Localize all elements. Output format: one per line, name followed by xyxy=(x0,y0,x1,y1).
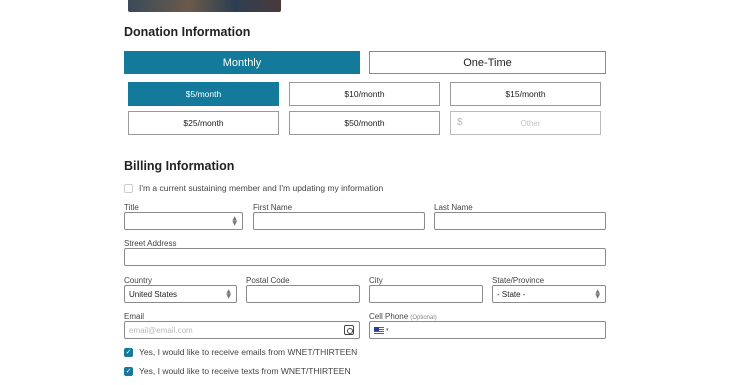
last-name-label: Last Name xyxy=(434,203,473,212)
amount-5-button[interactable]: $5/month xyxy=(128,82,279,106)
city-label: City xyxy=(369,276,383,285)
donation-section-title: Donation Information xyxy=(124,25,251,39)
cell-phone-label-group: Cell Phone (Optional) xyxy=(369,312,437,321)
sustaining-member-row: I'm a current sustaining member and I'm … xyxy=(124,183,383,193)
state-select[interactable]: - State - ▲ ▼ xyxy=(492,285,606,303)
contact-picker-icon[interactable] xyxy=(344,325,354,335)
billing-section-title: Billing Information xyxy=(124,159,235,173)
amount-15-button[interactable]: $15/month xyxy=(450,82,601,106)
email-optin-checkbox[interactable] xyxy=(124,347,133,357)
country-value: United States xyxy=(129,289,178,299)
email-label: Email xyxy=(124,312,145,321)
hero-image xyxy=(128,0,281,12)
select-arrows-icon: ▲ ▼ xyxy=(232,215,237,227)
select-arrows-icon: ▲ ▼ xyxy=(226,288,231,300)
sustaining-member-checkbox[interactable] xyxy=(124,183,133,193)
amount-25-button[interactable]: $25/month xyxy=(128,111,279,135)
state-value: - State - xyxy=(497,289,526,299)
amount-50-button[interactable]: $50/month xyxy=(289,111,440,135)
email-placeholder: email@email.com xyxy=(129,325,193,335)
title-label: Title xyxy=(124,203,139,212)
state-label: State/Province xyxy=(492,276,545,285)
chevron-down-icon[interactable]: ▾ xyxy=(386,327,389,333)
first-name-label: First Name xyxy=(253,203,293,212)
amount-10-button[interactable]: $10/month xyxy=(289,82,440,106)
text-optin-label: Yes, I would like to receive texts from … xyxy=(139,366,351,376)
monthly-button[interactable]: Monthly xyxy=(124,51,360,74)
cell-phone-label: Cell Phone xyxy=(369,312,409,321)
email-optin-label: Yes, I would like to receive emails from… xyxy=(139,347,358,357)
email-input[interactable]: email@email.com xyxy=(124,321,360,339)
title-select[interactable]: ▲ ▼ xyxy=(124,212,243,230)
other-amount-input[interactable]: $ Other xyxy=(450,111,601,135)
sustaining-member-label: I'm a current sustaining member and I'm … xyxy=(139,183,384,193)
email-optin-row: Yes, I would like to receive emails from… xyxy=(124,347,357,357)
text-optin-row: Yes, I would like to receive texts from … xyxy=(124,366,351,376)
text-optin-checkbox[interactable] xyxy=(124,366,133,376)
postal-code-label: Postal Code xyxy=(246,276,290,285)
other-amount-placeholder: Other xyxy=(520,119,541,128)
cell-phone-input[interactable]: ▾ xyxy=(369,321,606,339)
select-arrows-icon: ▲ ▼ xyxy=(595,288,600,300)
city-input[interactable] xyxy=(369,285,483,303)
last-name-input[interactable] xyxy=(434,212,606,230)
street-address-label: Street Address xyxy=(124,239,177,248)
us-flag-icon[interactable] xyxy=(374,326,384,334)
first-name-input[interactable] xyxy=(253,212,425,230)
country-select[interactable]: United States ▲ ▼ xyxy=(124,285,237,303)
country-label: Country xyxy=(124,276,153,285)
street-address-input[interactable] xyxy=(124,248,606,266)
one-time-button[interactable]: One-Time xyxy=(369,51,606,74)
postal-code-input[interactable] xyxy=(246,285,360,303)
